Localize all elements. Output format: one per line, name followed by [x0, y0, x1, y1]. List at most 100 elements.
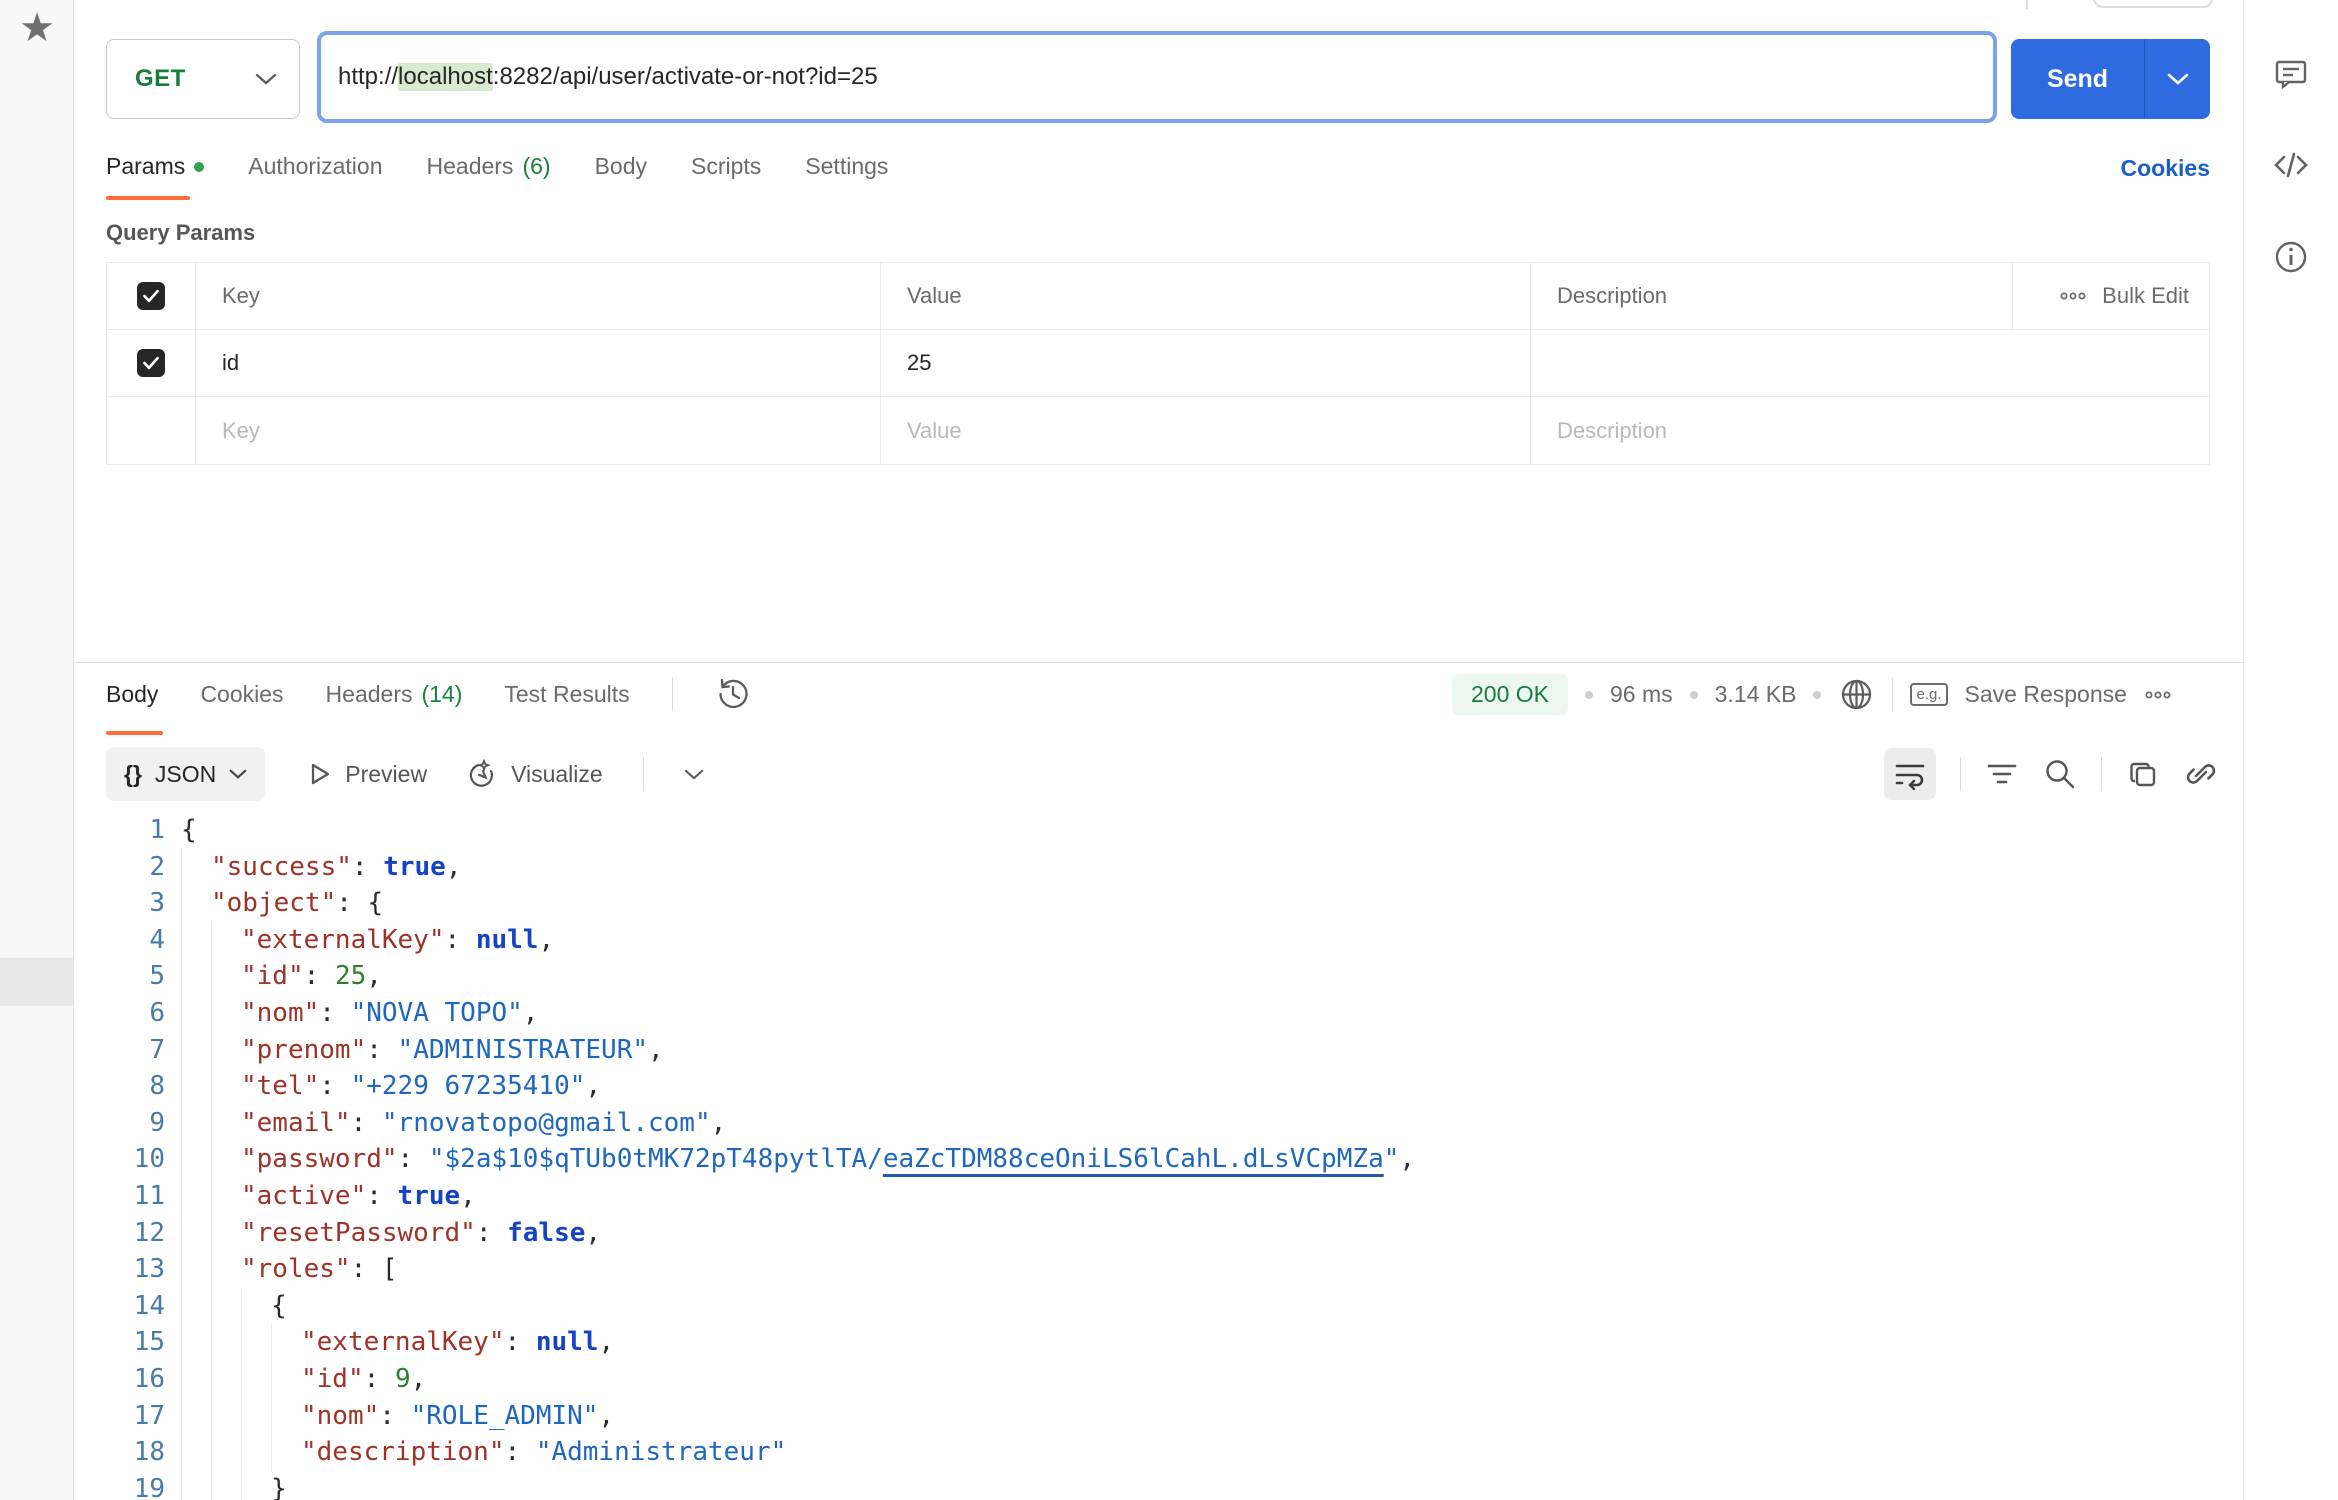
indent-guide	[271, 1324, 301, 1361]
code-snippet-icon[interactable]	[2272, 146, 2310, 184]
chevron-down-icon[interactable]	[684, 768, 704, 781]
wrap-text-button[interactable]	[1884, 748, 1936, 800]
tab-headers[interactable]: Headers(14)	[326, 681, 463, 708]
response-history-icon[interactable]	[715, 676, 751, 712]
select-all-checkbox[interactable]	[137, 282, 165, 310]
tab-count-badge: (14)	[421, 681, 462, 708]
json-token: :	[319, 995, 350, 1032]
check-icon	[142, 288, 160, 304]
json-token: "Administrateur"	[536, 1434, 786, 1471]
tab-label: Params	[106, 153, 185, 180]
indent-guide	[211, 1068, 241, 1105]
param-value-cell[interactable]: 25	[881, 330, 1531, 397]
json-token: "tel"	[241, 1068, 319, 1105]
indent-guide	[181, 1032, 211, 1069]
param-row-checkbox[interactable]	[137, 349, 165, 377]
unsaved-dot-icon	[194, 162, 204, 172]
json-token: ,	[1399, 1141, 1415, 1178]
json-token: "object"	[211, 885, 336, 922]
comments-icon[interactable]	[2272, 55, 2310, 93]
query-params-table: Key Value Description Bulk Edit id25KeyV…	[106, 262, 2210, 465]
line-number: 13	[74, 1251, 165, 1288]
tab-settings[interactable]: Settings	[805, 153, 888, 180]
tab-body[interactable]: Body	[106, 681, 158, 708]
more-dots-icon	[2060, 291, 2086, 301]
json-token: "email"	[241, 1105, 351, 1142]
response-meta: 200 OK 96 ms 3.14 KB e.g. Save Response	[1452, 674, 2172, 715]
network-globe-icon[interactable]	[1838, 676, 1875, 713]
divider	[672, 677, 673, 711]
param-value-placeholder[interactable]: Value	[881, 397, 1531, 464]
save-as-example-icon[interactable]: e.g.	[1910, 683, 1947, 706]
indent-guide	[211, 1251, 241, 1288]
favorite-star-icon[interactable]: ★	[0, 8, 74, 48]
send-options-button[interactable]	[2144, 39, 2210, 119]
json-token: "ADMINISTRATEUR"	[398, 1032, 648, 1069]
indent-guide	[181, 995, 211, 1032]
bulk-edit-button[interactable]: Bulk Edit	[2013, 263, 2211, 330]
line-number: 15	[74, 1324, 165, 1361]
json-token: :	[319, 1068, 350, 1105]
param-key-placeholder[interactable]: Key	[196, 397, 881, 464]
play-icon	[305, 760, 333, 788]
json-token: ,	[411, 1361, 427, 1398]
tab-params[interactable]: Params	[106, 153, 204, 180]
response-tabs: Body Cookies Headers(14) Test Results	[106, 676, 751, 712]
copy-icon	[2126, 757, 2160, 791]
active-tab-underline	[106, 196, 190, 200]
param-row: id25	[107, 330, 2209, 397]
indent-guide	[181, 1288, 211, 1325]
code-line: 3"object": {	[74, 885, 2243, 922]
param-description-cell[interactable]	[1531, 330, 2211, 397]
json-token: "id"	[241, 958, 304, 995]
visualize-button[interactable]: Visualize	[467, 758, 603, 790]
json-link-token[interactable]: eaZcTDM88ceOniLS6lCahL.dLsVCpMZa	[883, 1141, 1384, 1178]
indent-guide	[181, 922, 211, 959]
param-description-placeholder[interactable]: Description	[1531, 397, 2211, 464]
json-token: "password"	[241, 1141, 398, 1178]
json-token: :	[366, 1032, 397, 1069]
json-token: ,	[585, 1068, 601, 1105]
json-token: : [	[351, 1251, 398, 1288]
indent-guide	[241, 1434, 271, 1471]
indent-guide	[211, 922, 241, 959]
format-select[interactable]: {} JSON	[106, 747, 265, 801]
code-line: 19}	[74, 1471, 2243, 1500]
param-key-cell[interactable]: id	[196, 330, 881, 397]
method-label: GET	[135, 65, 186, 93]
response-body-json: 1{2"success": true,3"object": {4"externa…	[74, 812, 2243, 1500]
code-line: 1{	[74, 812, 2243, 849]
json-token: ,	[366, 958, 382, 995]
method-select[interactable]: GET	[106, 39, 300, 119]
tab-cookies[interactable]: Cookies	[200, 681, 283, 708]
tab-authorization[interactable]: Authorization	[248, 153, 382, 180]
url-input[interactable]: http://localhost:8282/api/user/activate-…	[317, 31, 1997, 123]
indent-guide	[241, 1398, 271, 1435]
json-token: }	[271, 1471, 287, 1500]
bulk-edit-label: Bulk Edit	[2102, 283, 2189, 309]
tab-scripts[interactable]: Scripts	[691, 153, 761, 180]
json-token: :	[352, 849, 383, 886]
copy-button[interactable]	[2126, 757, 2160, 791]
indent-guide	[181, 1398, 211, 1435]
link-button[interactable]	[2184, 757, 2218, 791]
info-icon[interactable]	[2272, 238, 2310, 276]
app-window: ★ GET http://localhost:8282/api/user/	[0, 0, 2338, 1500]
col-header-key: Key	[196, 263, 881, 330]
preview-button[interactable]: Preview	[305, 760, 427, 788]
tab-headers[interactable]: Headers(6)	[427, 153, 551, 180]
indent-guide	[211, 1032, 241, 1069]
send-button[interactable]: Send	[2011, 39, 2144, 119]
tab-test-results[interactable]: Test Results	[504, 681, 629, 708]
tab-label: Cookies	[200, 681, 283, 708]
tab-body[interactable]: Body	[595, 153, 647, 180]
dot-separator	[1585, 691, 1593, 699]
cookies-link[interactable]: Cookies	[2090, 155, 2210, 182]
search-button[interactable]	[2043, 757, 2077, 791]
filter-button[interactable]	[1985, 759, 2019, 789]
json-token: :	[398, 1141, 429, 1178]
response-more-dots-icon[interactable]	[2144, 690, 2172, 700]
indent-guide	[211, 995, 241, 1032]
save-response-button[interactable]: Save Response	[1965, 681, 2127, 708]
code-line: 4"externalKey": null,	[74, 922, 2243, 959]
